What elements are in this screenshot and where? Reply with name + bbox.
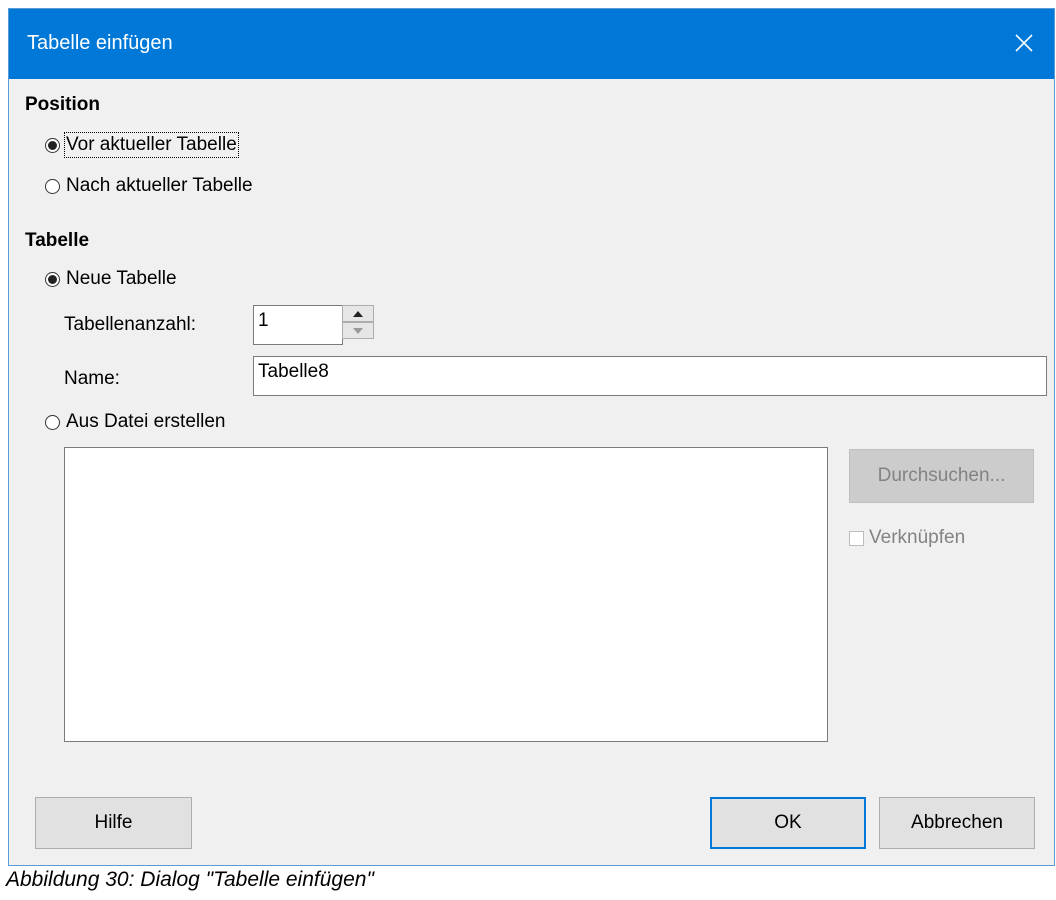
table-name-input[interactable]: Tabelle8 (253, 356, 1047, 396)
table-count-label: Tabellenanzahl: (64, 314, 197, 335)
name-label: Name: (64, 368, 120, 389)
cancel-button[interactable]: Abbrechen (879, 797, 1035, 849)
radio-indicator[interactable] (45, 414, 60, 430)
figure-caption: Abbildung 30: Dialog "Tabelle einfügen" (6, 868, 374, 891)
dialog-title: Tabelle einfügen (27, 32, 173, 54)
table-heading: Tabelle (25, 230, 90, 251)
radio-after-current-label: Nach aktueller Tabelle (66, 175, 253, 196)
help-button[interactable]: Hilfe (35, 797, 192, 849)
file-table-list[interactable] (64, 447, 828, 742)
count-increment-button[interactable] (342, 305, 374, 322)
radio-new-table-label: Neue Tabelle (66, 268, 177, 289)
radio-before-current-label: Vor aktueller Tabelle (64, 132, 239, 158)
close-button[interactable] (1004, 23, 1044, 63)
link-checkbox[interactable] (849, 530, 864, 546)
radio-after-current[interactable]: Nach aktueller Tabelle (45, 175, 253, 197)
link-checkbox-row[interactable]: Verknüpfen (849, 527, 965, 549)
radio-indicator[interactable] (45, 137, 60, 153)
radio-from-file[interactable]: Aus Datei erstellen (45, 411, 225, 433)
radio-indicator[interactable] (45, 271, 60, 287)
count-decrement-button[interactable] (342, 322, 374, 339)
link-label: Verknüpfen (869, 527, 966, 548)
radio-new-table[interactable]: Neue Tabelle (45, 268, 177, 290)
radio-before-current[interactable]: Vor aktueller Tabelle (45, 132, 239, 158)
table-count-input[interactable]: 1 (253, 305, 343, 345)
position-heading: Position (25, 94, 100, 115)
ok-button[interactable]: OK (710, 797, 866, 849)
close-icon (1015, 34, 1033, 52)
radio-from-file-label: Aus Datei erstellen (66, 411, 226, 432)
insert-table-dialog: Tabelle einfügen Position Vor aktueller … (8, 8, 1055, 866)
browse-button[interactable]: Durchsuchen... (849, 449, 1034, 503)
dialog-titlebar: Tabelle einfügen (9, 9, 1054, 79)
radio-indicator[interactable] (45, 178, 60, 194)
